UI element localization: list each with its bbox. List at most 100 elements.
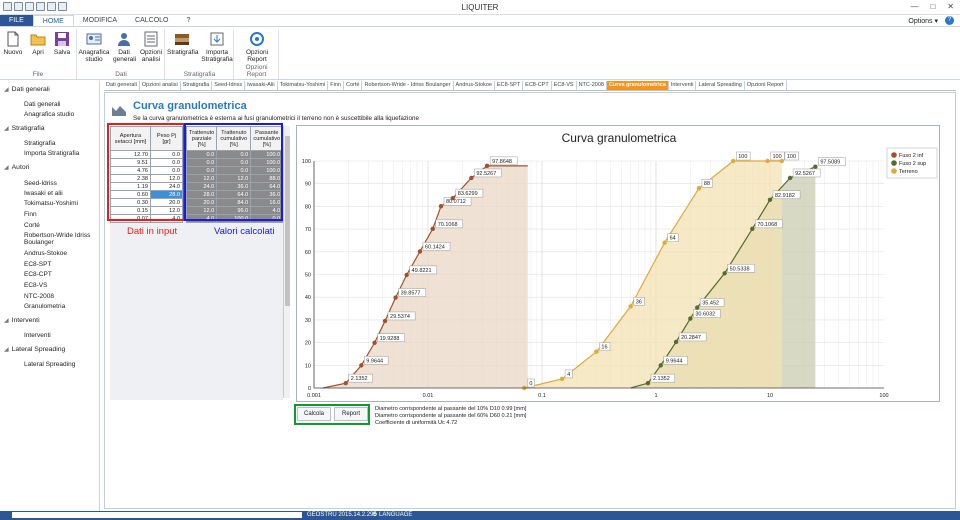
stratigrafia-button[interactable]: Stratigrafia — [167, 31, 198, 56]
nav-section-stratigrafia[interactable]: ◢ Stratigrafia — [4, 125, 45, 132]
data-point — [662, 240, 667, 245]
subtab-dati-generali[interactable]: Dati generali — [104, 81, 140, 90]
anagrafica-studio-button[interactable]: Anagrafica studio — [78, 31, 110, 63]
nav-item-ntc-2008[interactable]: NTC-2008 — [24, 293, 54, 300]
data-label: 0 — [529, 381, 532, 387]
subtab-andrus-stokoe[interactable]: Andrus-Stokoe — [454, 81, 495, 90]
data-label: 97.5089 — [820, 160, 840, 166]
result-uc: Coefficiente di uniformità Uc 4.72 — [375, 420, 458, 426]
nav-item-tokimatsu[interactable]: Tokimatsu-Yoshimi — [24, 200, 78, 207]
version-label: GEOSTRU 2015.14.2.295 — [307, 512, 377, 518]
help-icon[interactable]: ? — [945, 16, 954, 25]
salva-button[interactable]: Salva — [52, 31, 72, 56]
language-button[interactable]: ⚙ LANGUAGE — [372, 511, 412, 520]
subtab-cort[interactable]: Corté — [344, 81, 363, 90]
data-label: 29.5374 — [390, 314, 410, 320]
options-label: Options — [908, 18, 933, 25]
nav-item-importa-stratigrafia[interactable]: Importa Stratigrafia — [24, 150, 79, 157]
nav-item-seed-idriss[interactable]: Seed-Idriss — [24, 180, 57, 187]
nav-item-stratigrafia[interactable]: Stratigrafia — [24, 140, 55, 147]
subtab-stratigrafia[interactable]: Stratigrafia — [181, 81, 213, 90]
nav-item-corte[interactable]: Corté — [24, 222, 40, 229]
data-point — [343, 380, 348, 386]
data-label: 92.5267 — [795, 171, 815, 177]
nav-item-ec8-spt[interactable]: EC8-SPT — [24, 261, 51, 268]
calc-highlight-box — [184, 123, 283, 221]
subtab-ec8-cpt[interactable]: EC8-CPT — [523, 81, 552, 90]
scrollbar-thumb[interactable] — [285, 136, 290, 306]
subtab-opzioni-analisi[interactable]: Opzioni analisi — [140, 81, 181, 90]
nav-item-andrus-stokoe[interactable]: Andrus-Stokoe — [24, 250, 67, 257]
apri-button[interactable]: Apri — [29, 31, 47, 56]
chevron-down-icon: ◢ — [4, 318, 9, 324]
subtab-iwasaki-alii[interactable]: Iwasaki-Alii — [245, 81, 278, 90]
settings-sheet-icon — [144, 31, 158, 47]
importa-stratigrafia-button[interactable]: Importa Stratigrafia — [200, 31, 234, 63]
nav-section-dati-generali[interactable]: ◢ Dati generali — [4, 86, 50, 93]
data-point — [767, 197, 773, 202]
subtab-seed-idriss[interactable]: Seed-Idriss — [212, 81, 246, 90]
data-point — [731, 158, 736, 164]
x-tick-label: 100 — [879, 393, 888, 399]
maximize-icon[interactable]: □ — [930, 2, 935, 11]
tab-calcolo[interactable]: CALCOLO — [126, 15, 177, 26]
anagrafica-label: Anagrafica studio — [78, 49, 110, 63]
chevron-down-icon: ◢ — [4, 165, 9, 171]
options-menu[interactable]: Options ▾ — [908, 17, 938, 25]
nav-item-ec8-vs[interactable]: EC8-VS — [24, 282, 47, 289]
dati-generali-button[interactable]: Dati generali — [113, 31, 136, 63]
data-label: 4 — [567, 372, 570, 378]
nav-item-lateral-spreading[interactable]: Lateral Spreading — [24, 361, 75, 368]
legend-label: Fuso 2 inf — [899, 153, 924, 159]
nav-item-interventi[interactable]: Interventi — [24, 332, 51, 339]
opzioni-report-button[interactable]: Opzioni Report — [241, 31, 273, 63]
nav-item-ec8-cpt[interactable]: EC8-CPT — [24, 271, 52, 278]
close-icon[interactable]: ✕ — [947, 2, 954, 11]
minimize-icon[interactable]: — — [910, 2, 918, 11]
subtab-tokimatsu-yoshimi[interactable]: Tokimatsu-Yoshimi — [278, 81, 329, 90]
title-bar: LIQUITER — □ ✕ — [0, 0, 960, 15]
subtab-ntc-2008[interactable]: NTC-2008 — [577, 81, 607, 90]
subtab-opzioni-report[interactable]: Opzioni Report — [745, 81, 787, 90]
group-label-file: File — [32, 71, 44, 78]
subtab-ec8-vs[interactable]: EC8-VS — [552, 81, 577, 90]
tab-help[interactable]: ? — [178, 15, 200, 26]
opzioni-report-label: Opzioni Report — [245, 49, 269, 63]
nav-section-interventi[interactable]: ◢ Interventi — [4, 317, 40, 324]
nuovo-button[interactable]: Nuovo — [3, 31, 23, 56]
subtab-finn[interactable]: Finn — [328, 81, 344, 90]
subtab-ec8-spt[interactable]: EC8-SPT — [495, 81, 524, 90]
data-label: 39.8577 — [401, 291, 421, 297]
tab-modifica[interactable]: MODIFICA — [74, 15, 126, 26]
legend-marker — [891, 152, 897, 158]
legend-marker — [891, 168, 897, 174]
nav-item-iwasaki[interactable]: Iwasaki et alii — [24, 190, 63, 197]
user-icon — [118, 33, 130, 46]
x-tick-label: 0.001 — [307, 393, 321, 399]
report-button[interactable]: Report — [334, 407, 368, 421]
calcola-button[interactable]: Calcola — [297, 407, 331, 421]
nav-item-finn[interactable]: Finn — [24, 211, 37, 218]
opzioni-analisi-button[interactable]: Opzioni analisi — [138, 31, 164, 63]
subtab-interventi[interactable]: Interventi — [669, 81, 697, 90]
nav-item-granulometria[interactable]: Granulometria — [24, 303, 65, 310]
data-point — [417, 249, 423, 254]
group-label-dati: Dati — [115, 71, 127, 78]
tab-file[interactable]: FILE — [0, 15, 33, 26]
save-icon — [55, 32, 69, 46]
nav-item-dati-generali[interactable]: Dati generali — [24, 101, 61, 108]
data-point — [673, 339, 679, 345]
subtab-robertson-wride-idriss-boulanger[interactable]: Robertson-Wride - Idriss Boulanger — [362, 81, 454, 90]
nav-item-robertson[interactable]: Robertson-Wride Idriss Boulanger — [24, 232, 94, 246]
table-scrollbar[interactable] — [283, 126, 290, 398]
nav-section-autori[interactable]: ◢ Autori — [4, 164, 29, 171]
nav-item-anagrafica-studio[interactable]: Anagrafica studio — [24, 111, 74, 118]
status-input — [12, 512, 302, 518]
chart-title: Curva granulometrica — [562, 131, 677, 145]
result-d10: Diametro corrispondente al passante del … — [375, 406, 527, 412]
data-point — [393, 295, 398, 300]
subtab-lateral-spreading[interactable]: Lateral Spreading — [696, 81, 745, 90]
subtab-curva-granulometrica[interactable]: Curva granulometrica — [606, 81, 669, 90]
tab-home[interactable]: HOME — [32, 15, 74, 26]
nav-section-lateral-spreading[interactable]: ◢ Lateral Spreading — [4, 346, 65, 353]
